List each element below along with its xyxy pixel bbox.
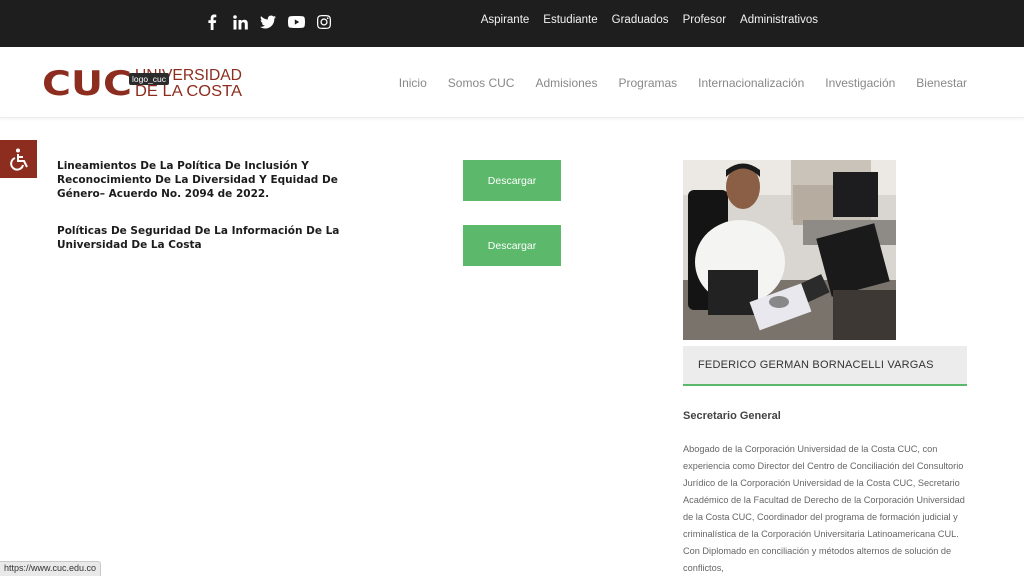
accessibility-button[interactable] — [0, 140, 37, 178]
logo-line2: DE LA COSTA — [135, 83, 242, 98]
profile-bio: Abogado de la Corporación Universidad de… — [683, 444, 965, 573]
top-nav-administrativos[interactable]: Administrativos — [740, 14, 818, 26]
top-nav-profesor[interactable]: Profesor — [683, 14, 726, 26]
nav-somos-cuc[interactable]: Somos CUC — [448, 76, 515, 90]
logo-mark: CUC — [42, 66, 132, 98]
social-links — [203, 13, 333, 31]
instagram-icon[interactable] — [315, 13, 333, 31]
top-nav-aspirante[interactable]: Aspirante — [481, 14, 530, 26]
profile-name: FEDERICO GERMAN BORNACELLI VARGAS — [698, 359, 934, 371]
nav-investigacion[interactable]: Investigación — [825, 76, 895, 90]
document-title: Lineamientos De La Política De Inclusión… — [57, 160, 338, 200]
linkedin-icon[interactable] — [231, 13, 249, 31]
profile-name-box: FEDERICO GERMAN BORNACELLI VARGAS — [683, 346, 967, 386]
nav-inicio[interactable]: Inicio — [399, 76, 427, 90]
wheelchair-icon — [9, 148, 28, 171]
status-url: https://www.cuc.edu.co — [0, 561, 102, 576]
profile-photo — [683, 160, 896, 340]
profile-role: Secretario General — [683, 410, 781, 422]
top-nav-estudiante[interactable]: Estudiante — [543, 14, 597, 26]
nav-programas[interactable]: Programas — [618, 76, 677, 90]
main-nav: Inicio Somos CUC Admisiones Programas In… — [399, 76, 967, 90]
top-bar: Aspirante Estudiante Graduados Profesor … — [0, 0, 1024, 47]
download-button[interactable]: Descargar — [463, 225, 561, 266]
document-title: Políticas De Seguridad De La Información… — [57, 225, 340, 251]
logo-tooltip: logo_cuc — [129, 73, 170, 85]
twitter-icon[interactable] — [259, 13, 277, 31]
top-nav-graduados[interactable]: Graduados — [612, 14, 669, 26]
main-header: CUC UNIVERSIDAD DE LA COSTA logo_cuc Ini… — [0, 47, 1024, 118]
facebook-icon[interactable] — [203, 13, 221, 31]
nav-bienestar[interactable]: Bienestar — [916, 76, 967, 90]
top-nav: Aspirante Estudiante Graduados Profesor … — [481, 14, 818, 26]
download-button[interactable]: Descargar — [463, 160, 561, 201]
nav-internacionalizacion[interactable]: Internacionalización — [698, 76, 804, 90]
youtube-icon[interactable] — [287, 13, 305, 31]
nav-admisiones[interactable]: Admisiones — [535, 76, 597, 90]
